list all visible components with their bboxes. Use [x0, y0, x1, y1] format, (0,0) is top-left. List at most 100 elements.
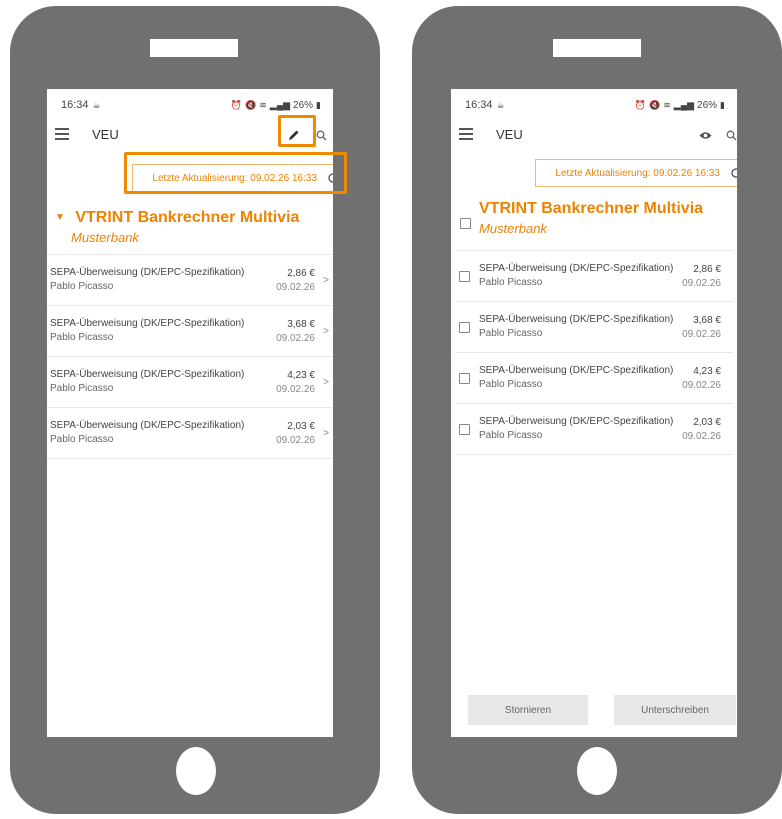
mute-icon: 🔇: [245, 99, 257, 110]
transaction-date: 09.02.26: [276, 435, 315, 446]
signal-icon: ▂▄▆: [673, 99, 695, 110]
bank-header[interactable]: ▼ VTRINT Bankrechner Multivia Musterbank: [55, 209, 299, 245]
transaction-date: 09.02.26: [682, 278, 721, 289]
last-update-box: Letzte Aktualisierung: 09.02.26 16:33: [535, 159, 737, 187]
phone-speaker: [150, 39, 238, 57]
transaction-amount: 3,68 €: [693, 315, 721, 326]
last-update-text: Letzte Aktualisierung: 09.02.26 16:33: [555, 167, 720, 179]
transaction-row[interactable]: SEPA-Überweisung (DK/EPC-Spezifikation) …: [47, 305, 333, 356]
search-icon: [316, 130, 326, 140]
transaction-list: SEPA-Überweisung (DK/EPC-Spezifikation) …: [455, 250, 733, 455]
transaction-date: 09.02.26: [276, 282, 315, 293]
wifi-icon: ≋: [259, 99, 267, 110]
bank-subtitle: Musterbank: [479, 221, 547, 236]
status-bar: 16:34 ☕ ⏰ 🔇 ≋ ▂▄▆ 26% ▮: [465, 97, 725, 113]
transaction-title: SEPA-Überweisung (DK/EPC-Spezifikation): [50, 420, 245, 431]
transaction-date: 09.02.26: [276, 384, 315, 395]
caret-down-icon[interactable]: ▼: [55, 212, 65, 223]
screen-edit-view: 16:34 ☕ ⏰ 🔇 ≋ ▂▄▆ 26% ▮ VEU Letzte Aktua…: [451, 89, 737, 737]
transaction-row[interactable]: SEPA-Überweisung (DK/EPC-Spezifikation) …: [455, 352, 733, 403]
transaction-checkbox[interactable]: [459, 424, 470, 435]
edit-button-highlight: [278, 115, 316, 147]
transaction-amount: 2,03 €: [287, 421, 315, 432]
transaction-date: 09.02.26: [276, 333, 315, 344]
transaction-name: Pablo Picasso: [50, 281, 114, 292]
chevron-right-icon[interactable]: >: [323, 428, 329, 439]
refresh-icon[interactable]: [730, 167, 737, 179]
transaction-row[interactable]: SEPA-Überweisung (DK/EPC-Spezifikation) …: [47, 254, 333, 305]
transaction-title: SEPA-Überweisung (DK/EPC-Spezifikation): [479, 314, 674, 325]
search-icon: [726, 130, 736, 140]
transaction-name: Pablo Picasso: [50, 332, 114, 343]
status-time: 16:34: [465, 99, 493, 111]
view-button[interactable]: [693, 123, 717, 147]
eye-icon: [699, 131, 711, 139]
transaction-name: Pablo Picasso: [50, 383, 114, 394]
transaction-amount: 4,23 €: [693, 366, 721, 377]
bank-name: VTRINT Bankrechner Multivia: [479, 200, 704, 217]
transaction-name: Pablo Picasso: [50, 434, 114, 445]
transaction-amount: 4,23 €: [287, 370, 315, 381]
transaction-row[interactable]: SEPA-Überweisung (DK/EPC-Spezifikation) …: [47, 356, 333, 407]
transaction-date: 09.02.26: [682, 329, 721, 340]
transaction-amount: 2,03 €: [693, 417, 721, 428]
search-button[interactable]: [719, 123, 737, 147]
transaction-title: SEPA-Überweisung (DK/EPC-Spezifikation): [50, 267, 245, 278]
transaction-amount: 2,86 €: [287, 268, 315, 279]
status-time: 16:34: [61, 99, 89, 111]
home-button: [577, 747, 617, 795]
transaction-title: SEPA-Überweisung (DK/EPC-Spezifikation): [479, 416, 674, 427]
transaction-row[interactable]: SEPA-Überweisung (DK/EPC-Spezifikation) …: [455, 301, 733, 352]
transaction-title: SEPA-Überweisung (DK/EPC-Spezifikation): [479, 365, 674, 376]
transaction-row[interactable]: SEPA-Überweisung (DK/EPC-Spezifikation) …: [455, 403, 733, 455]
phone-frame-normal-view: 16:34 ☕ ⏰ 🔇 ≋ ▂▄▆ 26% ▮ VEU Letzte Aktua…: [10, 6, 380, 814]
battery-icon: ▮: [720, 99, 725, 110]
notification-icon: ☕: [496, 99, 505, 110]
app-title: VEU: [92, 127, 119, 142]
battery-percent: 26%: [697, 99, 718, 111]
alarm-icon: ⏰: [230, 99, 243, 110]
status-bar: 16:34 ☕ ⏰ 🔇 ≋ ▂▄▆ 26% ▮: [61, 97, 321, 113]
transaction-list: SEPA-Überweisung (DK/EPC-Spezifikation) …: [47, 254, 333, 459]
transaction-title: SEPA-Überweisung (DK/EPC-Spezifikation): [50, 369, 245, 380]
transaction-date: 09.02.26: [682, 380, 721, 391]
cancel-button[interactable]: Stornieren: [468, 695, 588, 725]
alarm-icon: ⏰: [634, 99, 647, 110]
app-title: VEU: [496, 127, 523, 142]
mute-icon: 🔇: [649, 99, 661, 110]
transaction-row[interactable]: SEPA-Überweisung (DK/EPC-Spezifikation) …: [455, 250, 733, 301]
transaction-amount: 3,68 €: [287, 319, 315, 330]
chevron-right-icon[interactable]: >: [323, 275, 329, 286]
notification-icon: ☕: [92, 99, 101, 110]
transaction-name: Pablo Picasso: [479, 277, 543, 288]
transaction-name: Pablo Picasso: [479, 430, 543, 441]
battery-icon: ▮: [316, 99, 321, 110]
transaction-checkbox[interactable]: [459, 271, 470, 282]
transaction-checkbox[interactable]: [459, 373, 470, 384]
chevron-right-icon[interactable]: >: [323, 377, 329, 388]
transaction-name: Pablo Picasso: [479, 328, 543, 339]
hamburger-menu-icon[interactable]: [55, 128, 69, 140]
transaction-row[interactable]: SEPA-Überweisung (DK/EPC-Spezifikation) …: [47, 407, 333, 459]
transaction-checkbox[interactable]: [459, 322, 470, 333]
select-all-checkbox[interactable]: [460, 218, 471, 229]
app-bar: VEU: [451, 119, 737, 151]
transaction-title: SEPA-Überweisung (DK/EPC-Spezifikation): [50, 318, 245, 329]
wifi-icon: ≋: [663, 99, 671, 110]
transaction-title: SEPA-Überweisung (DK/EPC-Spezifikation): [479, 263, 674, 274]
bank-name: VTRINT Bankrechner Multivia: [75, 209, 300, 226]
sign-button[interactable]: Unterschreiben: [614, 695, 736, 725]
last-update-highlight: [124, 152, 347, 194]
phone-speaker: [553, 39, 641, 57]
home-button: [176, 747, 216, 795]
transaction-date: 09.02.26: [682, 431, 721, 442]
transaction-name: Pablo Picasso: [479, 379, 543, 390]
chevron-right-icon[interactable]: >: [323, 326, 329, 337]
battery-percent: 26%: [293, 99, 314, 111]
phone-frame-edit-view: 16:34 ☕ ⏰ 🔇 ≋ ▂▄▆ 26% ▮ VEU Letzte Aktua…: [412, 6, 782, 814]
signal-icon: ▂▄▆: [269, 99, 291, 110]
bank-subtitle: Musterbank: [71, 230, 139, 245]
hamburger-menu-icon[interactable]: [459, 128, 473, 140]
bank-header: VTRINT Bankrechner Multivia Musterbank: [451, 200, 703, 236]
transaction-amount: 2,86 €: [693, 264, 721, 275]
